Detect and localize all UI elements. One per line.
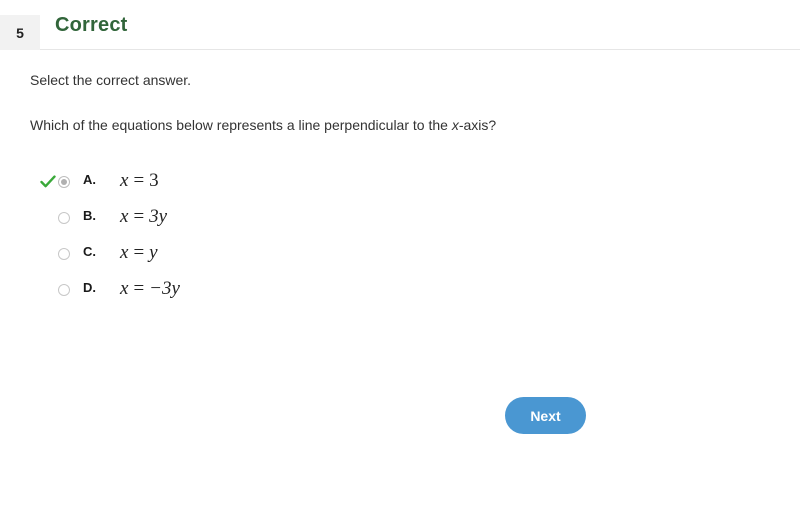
- question-number-badge: 5: [0, 15, 40, 50]
- equation-op-d: =: [133, 278, 145, 299]
- equation-rhs-b: 3y: [149, 206, 168, 227]
- answer-option-c[interactable]: C. x = y: [0, 240, 800, 276]
- question-prompt-part-1: Which of the equations below represents …: [30, 117, 452, 133]
- equation-op-a: =: [133, 170, 145, 191]
- option-equation-a: x = 3: [120, 168, 159, 194]
- answer-option-d[interactable]: D. x = −3y: [0, 276, 800, 312]
- option-equation-b: x = 3y: [120, 204, 167, 230]
- radio-option-b[interactable]: [58, 212, 70, 224]
- answer-option-a[interactable]: A. x = 3: [0, 168, 800, 204]
- question-header: 5 Correct: [0, 0, 800, 50]
- check-icon: [40, 174, 56, 190]
- option-equation-c: x = y: [120, 240, 158, 266]
- equation-op-c: =: [133, 242, 145, 263]
- equation-rhs-c: y: [149, 242, 158, 263]
- instruction-text: Select the correct answer.: [30, 72, 192, 88]
- option-letter-b: B.: [83, 208, 96, 223]
- radio-option-d[interactable]: [58, 284, 70, 296]
- status-title: Correct: [55, 14, 128, 36]
- question-prompt-part-2: -axis?: [458, 117, 497, 133]
- equation-op-b: =: [133, 206, 145, 227]
- option-letter-c: C.: [83, 244, 96, 259]
- question-prompt-variable: x: [451, 117, 459, 133]
- equation-rhs-a: 3: [149, 170, 159, 191]
- option-letter-a: A.: [83, 172, 96, 187]
- equation-rhs-d: −3y: [149, 278, 180, 299]
- answer-options-list: A. x = 3 B. x = 3y C. x = y D. x = −3y: [0, 168, 800, 312]
- option-equation-d: x = −3y: [120, 276, 180, 302]
- next-button[interactable]: Next: [505, 397, 586, 434]
- option-letter-d: D.: [83, 280, 96, 295]
- radio-option-c[interactable]: [58, 248, 70, 260]
- radio-option-a[interactable]: [58, 176, 70, 188]
- question-prompt: Which of the equations below represents …: [30, 117, 496, 133]
- answer-option-b[interactable]: B. x = 3y: [0, 204, 800, 240]
